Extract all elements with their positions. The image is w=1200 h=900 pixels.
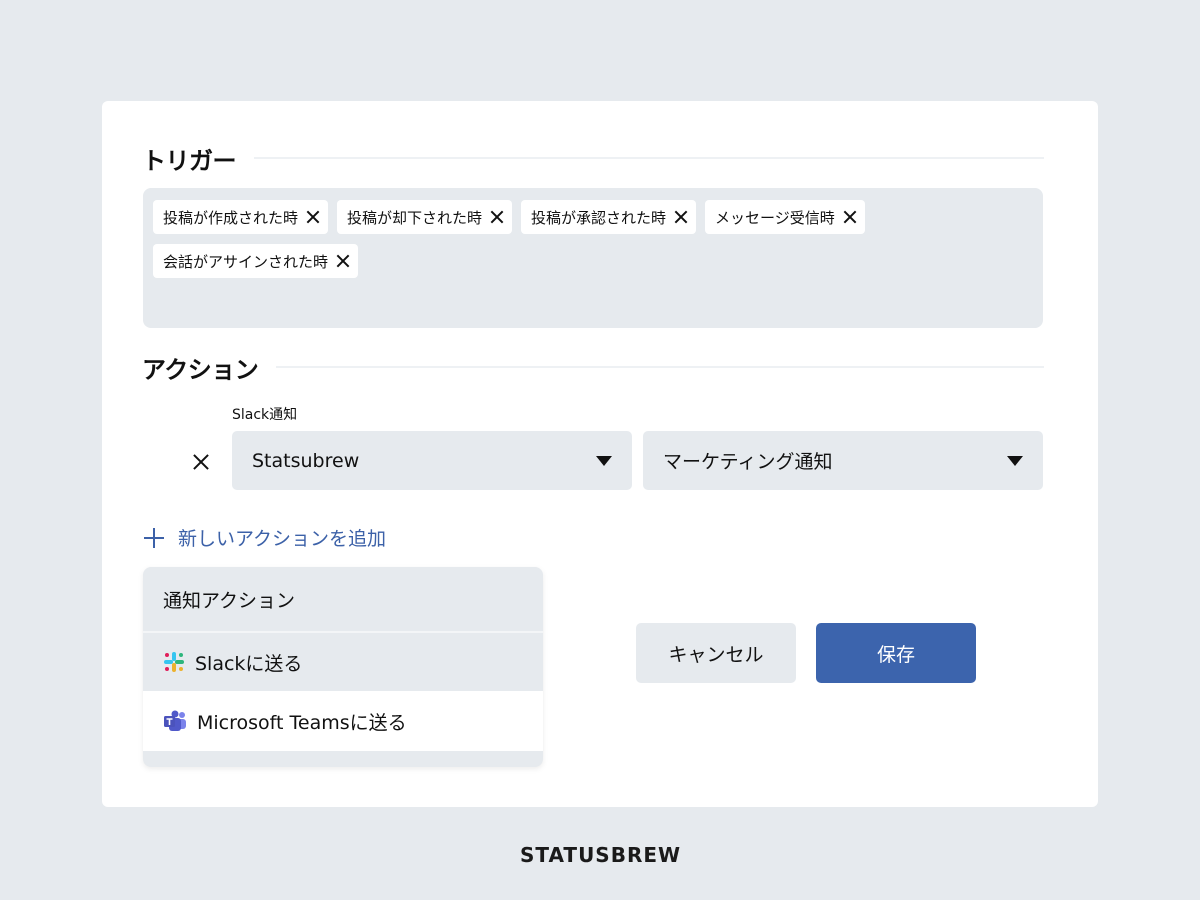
caret-down-icon [1007, 455, 1023, 466]
menu-item-microsoft-teams[interactable]: Microsoft Teamsに送る [143, 691, 543, 751]
plus-icon [144, 527, 164, 548]
add-action-link[interactable]: 新しいアクションを追加 [144, 524, 386, 551]
close-icon[interactable] [490, 210, 504, 224]
slack-notification-label: Slack通知 [232, 407, 298, 423]
menu-item-label: Slackに送る [195, 652, 303, 675]
close-icon[interactable] [306, 210, 320, 224]
menu-header: 通知アクション [143, 567, 543, 633]
workspace-select[interactable]: Statsubrew [232, 431, 632, 490]
channel-select[interactable]: マーケティング通知 [643, 431, 1043, 490]
save-button[interactable]: 保存 [816, 623, 976, 683]
channel-select-value: マーケティング通知 [663, 451, 833, 473]
workspace-select-value: Statsubrew [252, 449, 360, 472]
remove-action-close-icon[interactable] [192, 453, 210, 471]
notification-action-menu: 通知アクション Slackに送る Microsoft Teamsに送る [143, 567, 543, 767]
trigger-section-title: トリガー [142, 143, 1044, 175]
trigger-tag: メッセージ受信時 [705, 200, 865, 234]
cancel-button[interactable]: キャンセル [636, 623, 796, 683]
close-icon[interactable] [843, 210, 857, 224]
slack-icon [164, 652, 184, 672]
trigger-tag: 投稿が作成された時 [153, 200, 329, 234]
tag-label: 会話がアサインされた時 [163, 252, 329, 271]
automation-card: トリガー 投稿が作成された時 投稿が却下された時 投稿が承認された時 メッセージ… [102, 101, 1098, 807]
tag-label: 投稿が却下された時 [347, 208, 483, 227]
trigger-tags-input[interactable]: 投稿が作成された時 投稿が却下された時 投稿が承認された時 メッセージ受信時 会… [143, 188, 1043, 328]
statusbrew-logo: STATUSBREW [520, 843, 682, 867]
trigger-tag: 会話がアサインされた時 [153, 244, 359, 278]
divider [276, 366, 1044, 368]
close-icon[interactable] [336, 254, 350, 268]
menu-item-label: Microsoft Teamsに送る [197, 711, 407, 734]
menu-item-slack[interactable]: Slackに送る [143, 633, 543, 691]
tag-row: 投稿が作成された時 投稿が却下された時 投稿が承認された時 メッセージ受信時 [153, 200, 1043, 234]
tag-row: 会話がアサインされた時 [153, 244, 1043, 278]
close-icon[interactable] [674, 210, 688, 224]
action-section-title: アクション [142, 352, 1044, 384]
microsoft-teams-icon [164, 710, 186, 731]
caret-down-icon [596, 455, 612, 466]
action-title-text: アクション [142, 355, 259, 384]
trigger-tag: 投稿が承認された時 [521, 200, 697, 234]
tag-label: 投稿が作成された時 [163, 208, 299, 227]
tag-label: メッセージ受信時 [715, 208, 835, 227]
add-action-label: 新しいアクションを追加 [178, 528, 387, 550]
tag-label: 投稿が承認された時 [531, 208, 667, 227]
divider [254, 157, 1044, 159]
trigger-tag: 投稿が却下された時 [337, 200, 513, 234]
trigger-title-text: トリガー [142, 146, 237, 175]
